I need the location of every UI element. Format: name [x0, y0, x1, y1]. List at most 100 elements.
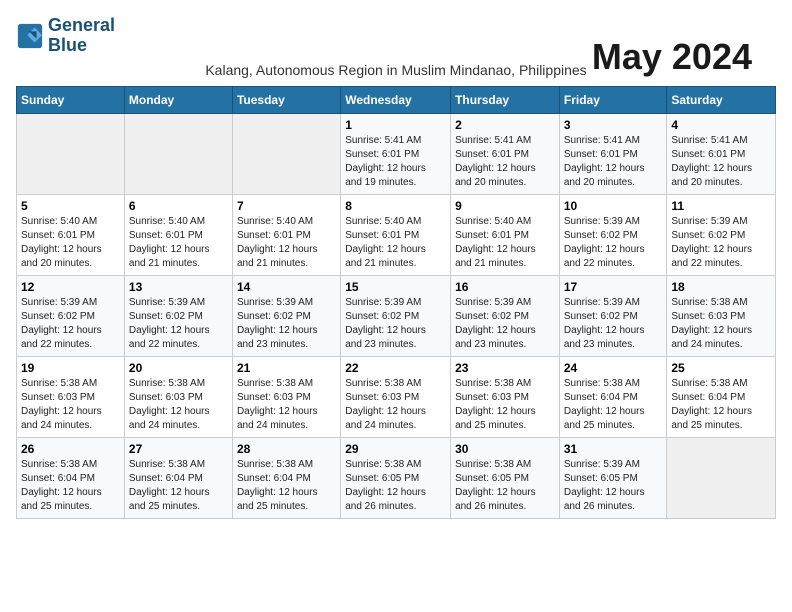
- day-number: 16: [455, 280, 555, 294]
- day-info: Sunrise: 5:39 AM Sunset: 6:02 PM Dayligh…: [671, 215, 771, 271]
- day-number: 21: [237, 361, 336, 375]
- day-info: Sunrise: 5:38 AM Sunset: 6:03 PM Dayligh…: [345, 377, 446, 433]
- day-number: 8: [345, 199, 446, 213]
- day-cell: 24 Sunrise: 5:38 AM Sunset: 6:04 PM Dayli…: [559, 356, 667, 437]
- day-cell: 27Sunrise: 5:38 AM Sunset: 6:04 PM Dayli…: [124, 437, 232, 518]
- day-number: 23: [455, 361, 555, 375]
- day-info: Sunrise: 5:39 AM Sunset: 6:02 PM Dayligh…: [21, 296, 120, 352]
- logo-icon: [16, 22, 44, 50]
- day-cell: 8 Sunrise: 5:40 AM Sunset: 6:01 PM Daylig…: [341, 194, 451, 275]
- day-cell: 18 Sunrise: 5:38 AM Sunset: 6:03 PM Dayli…: [667, 275, 776, 356]
- day-info: Sunrise: 5:38 AM Sunset: 6:05 PM Dayligh…: [455, 458, 555, 514]
- day-cell: 31 Sunrise: 5:39 AM Sunset: 6:05 PM Dayli…: [559, 437, 667, 518]
- day-info: Sunrise: 5:38 AM Sunset: 6:04 PM Dayligh…: [21, 458, 120, 514]
- day-info: Sunrise: 5:40 AM Sunset: 6:01 PM Dayligh…: [345, 215, 446, 271]
- top-section: General Blue May 2024: [16, 16, 776, 56]
- day-number: 28: [237, 442, 336, 456]
- day-cell: 9Sunrise: 5:40 AM Sunset: 6:01 PM Daylig…: [451, 194, 560, 275]
- day-number: 19: [21, 361, 120, 375]
- day-number: 30: [455, 442, 555, 456]
- day-number: 1: [345, 118, 446, 132]
- day-info: Sunrise: 5:41 AM Sunset: 6:01 PM Dayligh…: [564, 134, 663, 190]
- day-cell: 28 Sunrise: 5:38 AM Sunset: 6:04 PM Dayli…: [232, 437, 340, 518]
- day-number: 9: [455, 199, 555, 213]
- day-info: Sunrise: 5:39 AM Sunset: 6:02 PM Dayligh…: [455, 296, 555, 352]
- day-cell: 26 Sunrise: 5:38 AM Sunset: 6:04 PM Dayli…: [17, 437, 125, 518]
- day-cell: 22 Sunrise: 5:38 AM Sunset: 6:03 PM Dayli…: [341, 356, 451, 437]
- day-number: 20: [129, 361, 228, 375]
- day-number: 29: [345, 442, 446, 456]
- day-cell: [124, 113, 232, 194]
- day-info: Sunrise: 5:39 AM Sunset: 6:02 PM Dayligh…: [564, 215, 663, 271]
- header-cell-saturday: Saturday: [667, 86, 776, 113]
- day-info: Sunrise: 5:40 AM Sunset: 6:01 PM Dayligh…: [237, 215, 336, 271]
- day-number: 7: [237, 199, 336, 213]
- day-cell: [667, 437, 776, 518]
- day-info: Sunrise: 5:41 AM Sunset: 6:01 PM Dayligh…: [671, 134, 771, 190]
- header-cell-friday: Friday: [559, 86, 667, 113]
- day-info: Sunrise: 5:39 AM Sunset: 6:02 PM Dayligh…: [564, 296, 663, 352]
- day-info: Sunrise: 5:39 AM Sunset: 6:05 PM Dayligh…: [564, 458, 663, 514]
- day-number: 13: [129, 280, 228, 294]
- day-info: Sunrise: 5:38 AM Sunset: 6:03 PM Dayligh…: [21, 377, 120, 433]
- day-number: 31: [564, 442, 663, 456]
- day-cell: 20 Sunrise: 5:38 AM Sunset: 6:03 PM Dayli…: [124, 356, 232, 437]
- day-info: Sunrise: 5:38 AM Sunset: 6:03 PM Dayligh…: [237, 377, 336, 433]
- day-cell: 15Sunrise: 5:39 AM Sunset: 6:02 PM Dayli…: [341, 275, 451, 356]
- day-number: 22: [345, 361, 446, 375]
- day-info: Sunrise: 5:38 AM Sunset: 6:03 PM Dayligh…: [129, 377, 228, 433]
- day-cell: 10 Sunrise: 5:39 AM Sunset: 6:02 PM Dayli…: [559, 194, 667, 275]
- logo-text: General Blue: [48, 16, 115, 56]
- day-cell: 16 Sunrise: 5:39 AM Sunset: 6:02 PM Dayli…: [451, 275, 560, 356]
- day-cell: 14 Sunrise: 5:39 AM Sunset: 6:02 PM Dayli…: [232, 275, 340, 356]
- day-cell: 4Sunrise: 5:41 AM Sunset: 6:01 PM Daylig…: [667, 113, 776, 194]
- day-cell: 5 Sunrise: 5:40 AM Sunset: 6:01 PM Daylig…: [17, 194, 125, 275]
- day-info: Sunrise: 5:41 AM Sunset: 6:01 PM Dayligh…: [455, 134, 555, 190]
- logo-line1: General: [48, 16, 115, 36]
- title-section: May 2024: [592, 36, 752, 78]
- day-cell: 13Sunrise: 5:39 AM Sunset: 6:02 PM Dayli…: [124, 275, 232, 356]
- week-row-1: 1 Sunrise: 5:41 AM Sunset: 6:01 PM Daylig…: [17, 113, 776, 194]
- week-row-2: 5 Sunrise: 5:40 AM Sunset: 6:01 PM Daylig…: [17, 194, 776, 275]
- month-title: May 2024: [592, 36, 752, 78]
- day-cell: [17, 113, 125, 194]
- day-number: 17: [564, 280, 663, 294]
- day-number: 11: [671, 199, 771, 213]
- day-cell: 30 Sunrise: 5:38 AM Sunset: 6:05 PM Dayli…: [451, 437, 560, 518]
- week-row-3: 12Sunrise: 5:39 AM Sunset: 6:02 PM Dayli…: [17, 275, 776, 356]
- day-number: 3: [564, 118, 663, 132]
- day-info: Sunrise: 5:38 AM Sunset: 6:04 PM Dayligh…: [237, 458, 336, 514]
- day-info: Sunrise: 5:38 AM Sunset: 6:04 PM Dayligh…: [671, 377, 771, 433]
- header-cell-monday: Monday: [124, 86, 232, 113]
- header-cell-thursday: Thursday: [451, 86, 560, 113]
- calendar-header: SundayMondayTuesdayWednesdayThursdayFrid…: [17, 86, 776, 113]
- day-number: 2: [455, 118, 555, 132]
- day-number: 6: [129, 199, 228, 213]
- day-info: Sunrise: 5:38 AM Sunset: 6:03 PM Dayligh…: [455, 377, 555, 433]
- day-info: Sunrise: 5:38 AM Sunset: 6:04 PM Dayligh…: [564, 377, 663, 433]
- day-cell: 7 Sunrise: 5:40 AM Sunset: 6:01 PM Daylig…: [232, 194, 340, 275]
- day-number: 27: [129, 442, 228, 456]
- day-cell: 11 Sunrise: 5:39 AM Sunset: 6:02 PM Dayli…: [667, 194, 776, 275]
- day-number: 18: [671, 280, 771, 294]
- header-cell-tuesday: Tuesday: [232, 86, 340, 113]
- day-number: 14: [237, 280, 336, 294]
- day-cell: 25Sunrise: 5:38 AM Sunset: 6:04 PM Dayli…: [667, 356, 776, 437]
- day-info: Sunrise: 5:39 AM Sunset: 6:02 PM Dayligh…: [237, 296, 336, 352]
- day-cell: 3 Sunrise: 5:41 AM Sunset: 6:01 PM Daylig…: [559, 113, 667, 194]
- day-number: 5: [21, 199, 120, 213]
- day-cell: 29Sunrise: 5:38 AM Sunset: 6:05 PM Dayli…: [341, 437, 451, 518]
- day-cell: 1Sunrise: 5:41 AM Sunset: 6:01 PM Daylig…: [341, 113, 451, 194]
- day-number: 10: [564, 199, 663, 213]
- day-cell: 2 Sunrise: 5:41 AM Sunset: 6:01 PM Daylig…: [451, 113, 560, 194]
- day-info: Sunrise: 5:40 AM Sunset: 6:01 PM Dayligh…: [21, 215, 120, 271]
- day-cell: 19 Sunrise: 5:38 AM Sunset: 6:03 PM Dayli…: [17, 356, 125, 437]
- day-info: Sunrise: 5:38 AM Sunset: 6:03 PM Dayligh…: [671, 296, 771, 352]
- day-number: 26: [21, 442, 120, 456]
- week-row-4: 19 Sunrise: 5:38 AM Sunset: 6:03 PM Dayli…: [17, 356, 776, 437]
- day-cell: [232, 113, 340, 194]
- calendar-body: 1 Sunrise: 5:41 AM Sunset: 6:01 PM Daylig…: [17, 113, 776, 518]
- day-cell: 23 Sunrise: 5:38 AM Sunset: 6:03 PM Dayli…: [451, 356, 560, 437]
- day-number: 24: [564, 361, 663, 375]
- header-row: SundayMondayTuesdayWednesdayThursdayFrid…: [17, 86, 776, 113]
